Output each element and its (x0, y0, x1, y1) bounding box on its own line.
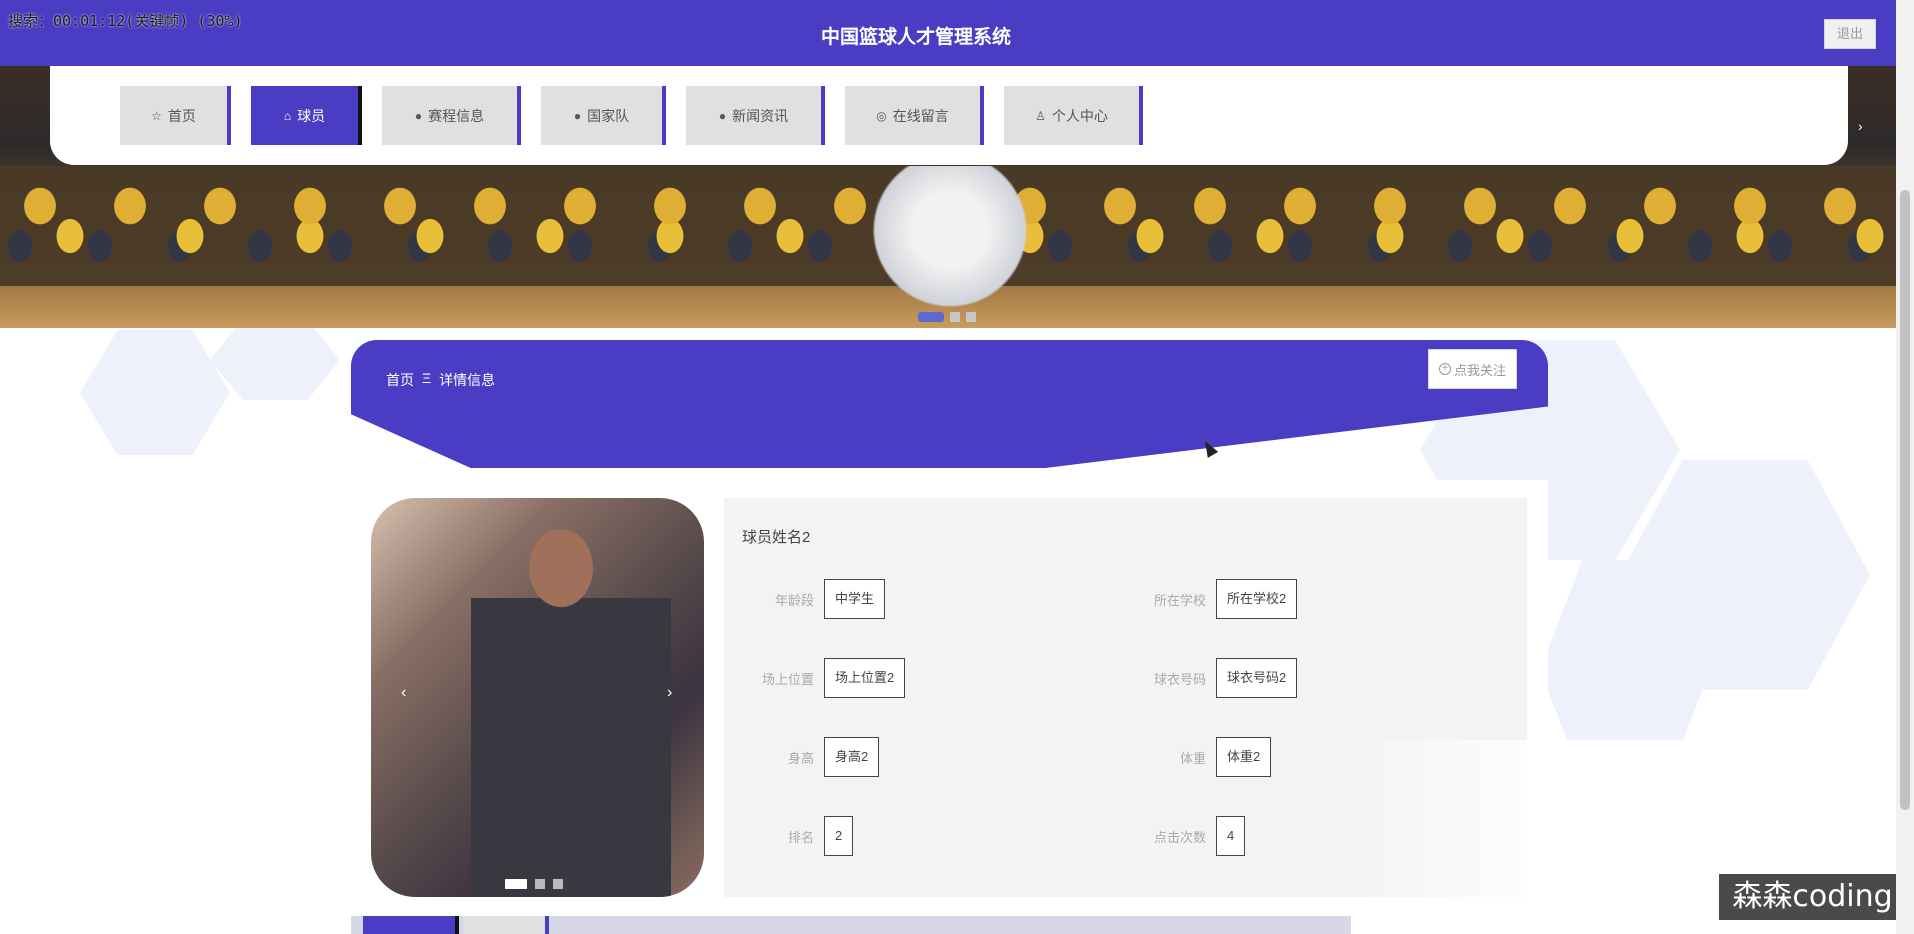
nav-item-players[interactable]: ⌂ 球员 (251, 86, 362, 145)
field-label: 所在学校 (1153, 592, 1206, 608)
field-school: 所在学校 所在学校2 (1116, 579, 1298, 619)
banner-dot[interactable] (966, 312, 976, 322)
player-image-carousel: ‹ › (371, 498, 704, 897)
carousel-next-button[interactable]: › (667, 684, 672, 702)
field-age-group: 年龄段 中学生 (724, 579, 886, 619)
field-jersey-number: 球衣号码 球衣号码2 (1116, 658, 1298, 698)
nav-item-label: 个人中心 (1051, 107, 1108, 124)
page-scrollbar[interactable] (1896, 0, 1914, 934)
field-value: 2 (824, 816, 854, 856)
nav-item-label: 球员 (297, 107, 326, 124)
star-icon: ☆ (151, 108, 162, 123)
nav-item-news[interactable]: ● 新闻资讯 (686, 86, 825, 145)
field-weight: 体重 体重2 (1116, 737, 1272, 777)
nav-item-schedule[interactable]: ● 赛程信息 (382, 86, 521, 145)
bg-hexagon (210, 320, 340, 400)
carousel-dot[interactable] (535, 879, 545, 889)
nav-item-label: 赛程信息 (428, 107, 485, 124)
recording-overlay: 搜索：00:01:12(关键帧) (30%) (8, 12, 243, 30)
breadcrumb-separator: Ξ (422, 370, 432, 386)
scrollbar-thumb[interactable] (1900, 190, 1910, 810)
nav-item-messages[interactable]: ◎ 在线留言 (845, 86, 984, 145)
breadcrumb-home-link[interactable]: 首页 (386, 370, 414, 390)
player-photo (471, 508, 671, 897)
nav-item-profile[interactable]: ♙ 个人中心 (1004, 86, 1143, 145)
field-value: 中学生 (824, 579, 886, 619)
bottom-tab-strip (351, 916, 1351, 934)
field-label: 身高 (787, 750, 814, 766)
logout-button[interactable]: 退出 (1824, 19, 1876, 49)
plus-circle-icon: + (1438, 363, 1451, 375)
carousel-dot[interactable] (553, 879, 563, 889)
field-value: 体重2 (1216, 737, 1272, 777)
carousel-dot[interactable] (505, 879, 527, 889)
field-click-count: 点击次数 4 (1116, 816, 1246, 856)
breadcrumb-current: 详情信息 (439, 372, 496, 388)
help-icon: ● (573, 108, 582, 123)
user-icon: ♙ (1035, 108, 1046, 123)
field-value: 身高2 (824, 737, 880, 777)
nav-item-home[interactable]: ☆ 首页 (120, 86, 231, 145)
follow-button-label: 点我关注 (1453, 362, 1506, 378)
field-label: 场上位置 (761, 671, 814, 687)
field-label: 年龄段 (774, 592, 814, 608)
carousel-pagination (505, 879, 563, 889)
follow-button[interactable]: + 点我关注 (1428, 349, 1517, 389)
field-ranking: 排名 2 (724, 816, 854, 856)
carousel-prev-button[interactable]: ‹ (401, 684, 406, 702)
nav-item-label: 新闻资讯 (732, 107, 789, 124)
player-name: 球员姓名2 (742, 529, 811, 546)
field-label: 球衣号码 (1153, 671, 1206, 687)
banner-player-image (870, 166, 1030, 326)
bottom-tab[interactable] (363, 916, 459, 934)
bg-hexagon (80, 330, 230, 455)
field-label: 排名 (787, 829, 814, 845)
bottom-tab[interactable] (463, 916, 549, 934)
info-icon: ● (414, 108, 423, 123)
header-bar: 中国篮球人才管理系统 退出 (0, 0, 1896, 66)
nav-item-label: 在线留言 (892, 107, 949, 124)
nav-item-label: 首页 (167, 107, 196, 124)
field-value: 场上位置2 (824, 658, 906, 698)
banner-next-arrow[interactable]: › (1858, 118, 1863, 134)
breadcrumb: 首页 Ξ 详情信息 (386, 370, 495, 390)
watermark: 森森coding (1719, 874, 1906, 920)
field-label: 体重 (1179, 750, 1206, 766)
field-position: 场上位置 场上位置2 (724, 658, 906, 698)
field-height: 身高 身高2 (724, 737, 880, 777)
field-value: 所在学校2 (1216, 579, 1298, 619)
nav-item-label: 国家队 (587, 107, 630, 124)
field-value: 4 (1216, 816, 1246, 856)
field-label: 点击次数 (1153, 829, 1206, 845)
info-icon: ● (718, 108, 727, 123)
breadcrumb-panel (351, 340, 1548, 468)
banner-pagination (918, 312, 976, 322)
bag-icon: ⌂ (283, 108, 292, 123)
main-nav: ☆ 首页 ⌂ 球员 ● 赛程信息 ● 国家队 ● 新闻资讯 ◎ 在线留言 ♙ 个… (120, 86, 1143, 145)
nav-item-national-team[interactable]: ● 国家队 (541, 86, 666, 145)
app-title: 中国篮球人才管理系统 (820, 27, 1011, 48)
field-value: 球衣号码2 (1216, 658, 1298, 698)
banner-dot[interactable] (950, 312, 960, 322)
globe-icon: ◎ (876, 108, 887, 123)
banner-dot[interactable] (918, 312, 944, 322)
